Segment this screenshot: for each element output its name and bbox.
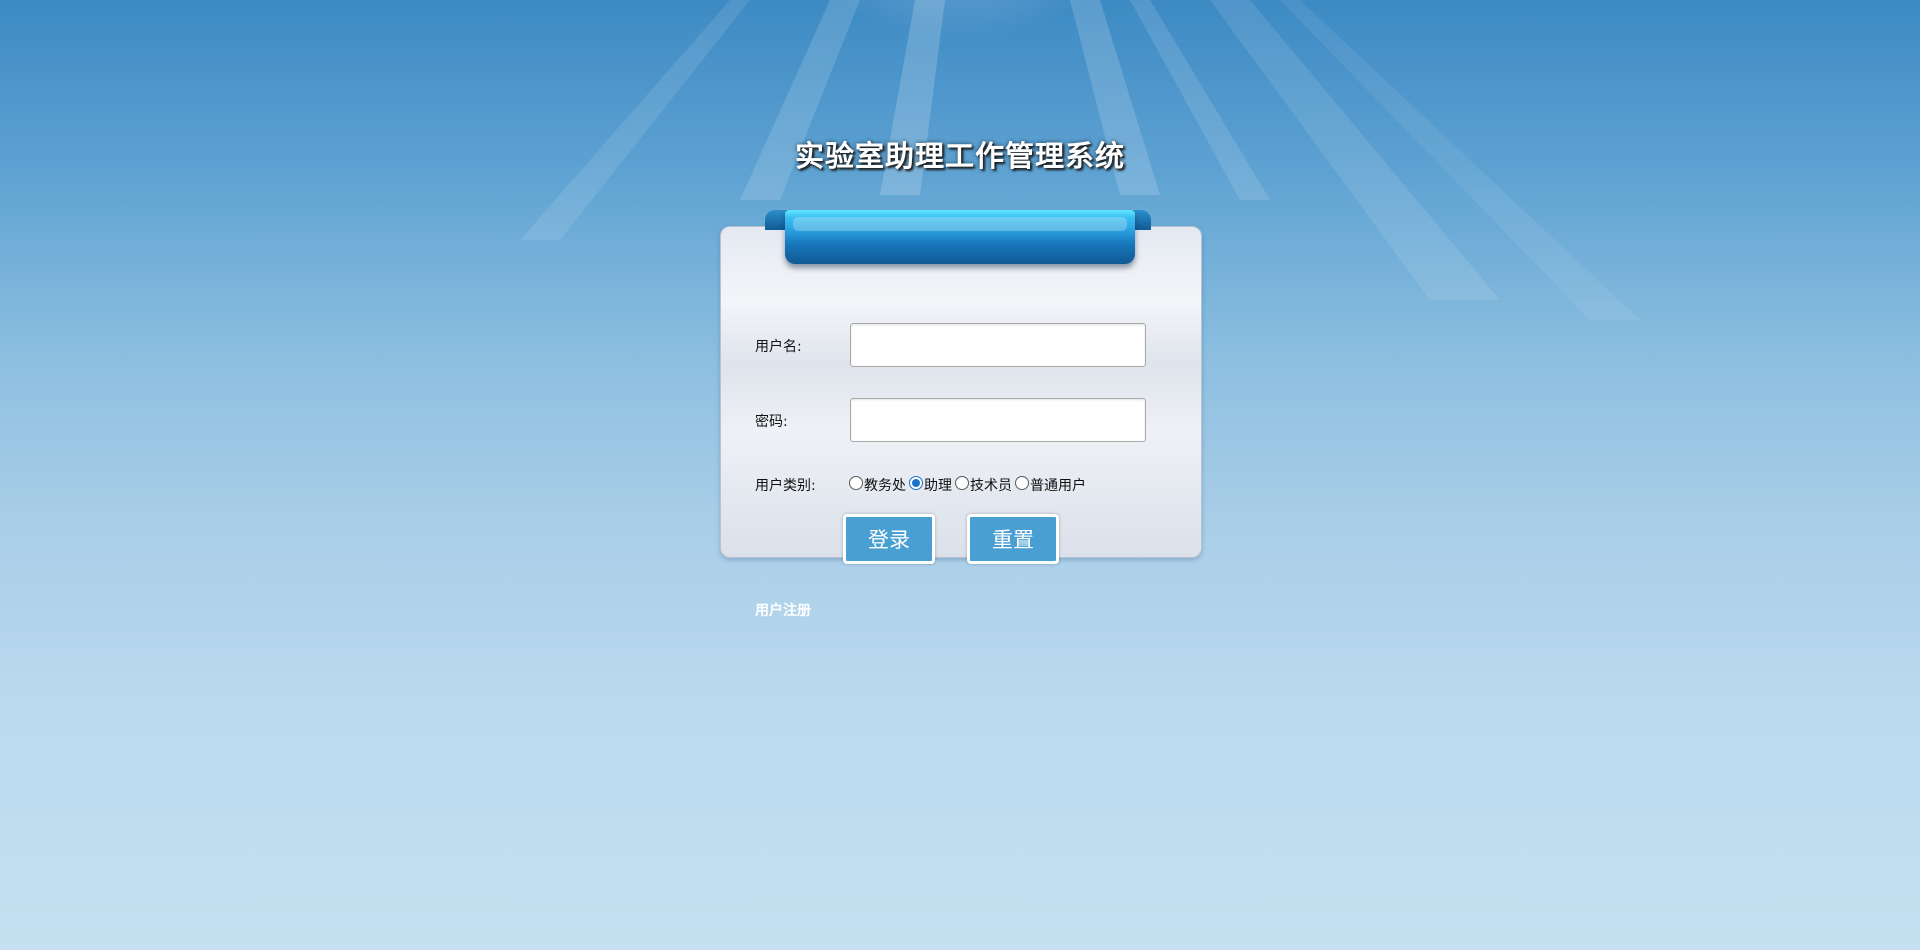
register-link[interactable]: 用户注册 — [755, 600, 811, 620]
page-title: 实验室助理工作管理系统 — [794, 139, 1125, 173]
user-type-option-label: 教务处 — [864, 478, 906, 494]
login-panel — [720, 226, 1202, 558]
header-ribbon — [785, 210, 1135, 264]
user-type-label: 用户类别: — [755, 478, 816, 494]
password-input[interactable] — [850, 398, 1146, 442]
user-type-option-assistant[interactable]: 助理 — [909, 473, 955, 494]
radio-unchecked-icon[interactable] — [849, 476, 863, 490]
user-type-option-label: 普通用户 — [1030, 478, 1086, 494]
username-label: 用户名: — [755, 339, 802, 355]
user-type-option-label: 技术员 — [970, 478, 1012, 494]
username-input[interactable] — [850, 323, 1146, 367]
user-type-option-technician[interactable]: 技术员 — [955, 473, 1015, 494]
user-type-option-academic-affairs[interactable]: 教务处 — [849, 473, 909, 494]
radio-checked-icon[interactable] — [909, 476, 923, 490]
password-label: 密码: — [755, 414, 788, 430]
reset-button[interactable]: 重置 — [967, 514, 1059, 564]
user-type-group: 教务处 助理 技术员 普通用户 — [849, 473, 1089, 494]
radio-unchecked-icon[interactable] — [955, 476, 969, 490]
radio-unchecked-icon[interactable] — [1015, 476, 1029, 490]
login-button[interactable]: 登录 — [843, 514, 935, 564]
user-type-option-regular-user[interactable]: 普通用户 — [1015, 473, 1089, 494]
user-type-option-label: 助理 — [924, 478, 952, 494]
